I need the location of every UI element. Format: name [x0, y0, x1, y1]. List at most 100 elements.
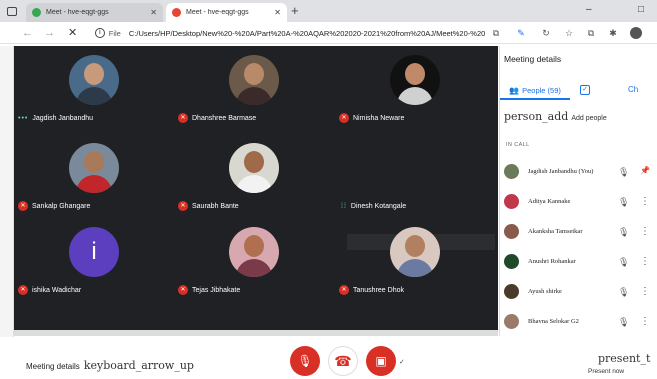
mic-off-icon: 🎙: [618, 197, 630, 207]
tab-people[interactable]: 👥 People (59): [500, 82, 570, 100]
list-item[interactable]: Akanksha Tamsetkar 🎙 ⋮: [500, 218, 657, 248]
more-options-icon[interactable]: ⋮: [640, 196, 650, 208]
person-name: Jagdish Janbandhu (You): [528, 168, 594, 175]
address-bar: ← → ✕ i File C:/Users/HP/Desktop/New%20-…: [0, 22, 657, 44]
hang-up-button[interactable]: ☎: [328, 346, 358, 376]
mic-off-icon: 🎙: [618, 317, 630, 327]
present-now-label[interactable]: Present now: [588, 368, 624, 375]
minimize-button[interactable]: –: [586, 4, 592, 15]
participant-tile[interactable]: ••• Jagdish Janbandhu: [14, 50, 174, 130]
forward-button[interactable]: →: [44, 26, 55, 40]
scheme-label: File: [108, 28, 121, 38]
mic-toggle-button[interactable]: 🎙: [290, 346, 320, 376]
participant-tile[interactable]: ✕ Nimisha Neware: [335, 50, 495, 130]
avatar: [504, 164, 519, 179]
panel-title: Meeting details: [504, 54, 562, 64]
people-icon: 👥: [509, 85, 520, 95]
avatar: [390, 227, 440, 277]
participant-tile[interactable]: ✕ Dhanshree Barmase: [174, 50, 334, 130]
participant-tile[interactable]: ✕ Sankalp Ghangare: [14, 138, 174, 218]
collections-icon[interactable]: ⧉: [585, 27, 597, 39]
person-name: Aditya Kannake: [528, 198, 571, 205]
url-field[interactable]: i File C:/Users/HP/Desktop/New%20-%20A/P…: [95, 25, 485, 41]
tab-chat[interactable]: Ch: [628, 85, 638, 94]
mic-off-icon: ✕: [178, 113, 188, 123]
meet-favicon-icon: [172, 8, 181, 17]
mic-off-icon: ✕: [18, 285, 28, 295]
mic-off-icon: 🎙: [618, 287, 630, 297]
profile-avatar[interactable]: [630, 27, 642, 39]
participant-tile[interactable]: ✕ Tejas Jibhakate: [174, 222, 334, 302]
list-item[interactable]: Jagdish Janbandhu (You) 🎙 📌: [500, 158, 657, 188]
participant-grid: ••• Jagdish Janbandhu ✕ Dhanshree Barmas…: [14, 46, 498, 336]
tab-title: Meet - hve-eqgt-ggs: [186, 9, 249, 16]
info-icon[interactable]: i: [95, 28, 105, 38]
keyboard-arrow-up-icon: keyboard_arrow_up: [83, 359, 194, 372]
list-item[interactable]: Bhavna Selokar G2 🎙 ⋮: [500, 308, 657, 338]
tab-strip: Meet - hve-eqgt-ggs ✕ Meet - hve-eqgt-gg…: [0, 0, 657, 22]
window-menu-icon[interactable]: [7, 7, 17, 16]
tab-people-label: People (59): [522, 85, 561, 95]
avatar: [504, 284, 519, 299]
speaking-indicator-icon: ⁞⁞: [341, 202, 347, 210]
camera-toggle-button[interactable]: ▣: [366, 346, 396, 376]
avatar: [229, 227, 279, 277]
stop-button[interactable]: ✕: [68, 26, 77, 40]
meeting-details-label: Meeting details: [26, 362, 80, 371]
participant-name: Saurabh Bante: [192, 202, 239, 210]
in-call-header: IN CALL: [506, 142, 530, 148]
more-options-icon[interactable]: ⋮: [640, 316, 650, 328]
pen-icon[interactable]: ✎: [515, 27, 527, 39]
list-item[interactable]: Anushri Rohankar 🎙 ⋮: [500, 248, 657, 278]
more-options-icon[interactable]: ⋮: [640, 226, 650, 238]
maximize-button[interactable]: □: [638, 4, 644, 15]
list-item[interactable]: Ayush shirke 🎙 ⋮: [500, 278, 657, 308]
participant-tile[interactable]: ⁞⁞ Dinesh Kotangale: [335, 138, 495, 218]
person-add-icon: person_add: [504, 110, 569, 123]
browser-tab-1[interactable]: Meet - hve-eqgt-ggs ✕: [26, 3, 163, 22]
filmstrip-edge: [14, 330, 498, 336]
more-options-icon[interactable]: ⋮: [640, 286, 650, 298]
list-item[interactable]: Aditya Kannake 🎙 ⋮: [500, 188, 657, 218]
new-tab-button[interactable]: +: [291, 4, 299, 18]
camera-off-icon: ▣: [375, 354, 387, 368]
meet-favicon-icon: [32, 8, 41, 17]
avatar: [229, 143, 279, 193]
meeting-details-button[interactable]: Meeting details keyboard_arrow_up: [26, 359, 194, 372]
meet-window: Meet - hve-eqgt-ggs ✕ Meet - hve-eqgt-gg…: [0, 0, 657, 379]
participant-tile[interactable]: i ✕ ishika Wadichar: [14, 222, 174, 302]
pin-icon[interactable]: 📌: [640, 166, 650, 175]
url-text: C:/Users/HP/Desktop/New%20-%20A/Part%20A…: [128, 28, 485, 38]
mic-off-icon: 🎙: [618, 167, 630, 177]
participant-tile[interactable]: ✕ Tanushree Dhok: [335, 222, 495, 302]
extensions-icon[interactable]: ✱: [607, 27, 619, 39]
close-tab-icon[interactable]: ✕: [274, 8, 281, 17]
favorites-icon[interactable]: ☆: [563, 27, 575, 39]
avatar: [69, 143, 119, 193]
participant-name: Jagdish Janbandhu: [32, 114, 94, 122]
more-options-icon[interactable]: ⋮: [640, 256, 650, 268]
person-name: Bhavna Selokar G2: [528, 318, 579, 325]
read-aloud-icon[interactable]: ⧉: [490, 27, 502, 39]
person-name: Ayush shirke: [528, 288, 562, 295]
participant-name: Dinesh Kotangale: [350, 202, 407, 210]
add-people-button[interactable]: person_add Add people: [504, 110, 607, 123]
avatar: [69, 55, 119, 105]
check-icon: ✓: [399, 359, 405, 366]
mic-off-icon: ✕: [178, 285, 188, 295]
participant-name: Nimisha Neware: [353, 114, 405, 122]
mic-off-icon: ✕: [178, 201, 188, 211]
refresh-icon[interactable]: ↻: [540, 27, 552, 39]
person-name: Anushri Rohankar: [528, 258, 576, 265]
participant-tile[interactable]: ✕ Saurabh Bante: [174, 138, 334, 218]
speaking-indicator-icon: •••: [18, 114, 29, 122]
mic-off-icon: ✕: [18, 201, 28, 211]
browser-tab-2[interactable]: Meet - hve-eqgt-ggs ✕: [166, 3, 287, 22]
present-icon[interactable]: present_t: [598, 352, 650, 365]
close-tab-icon[interactable]: ✕: [150, 8, 157, 17]
avatar: [229, 55, 279, 105]
checklist-icon[interactable]: ✓: [580, 85, 590, 95]
back-button[interactable]: ←: [22, 26, 33, 40]
meeting-details-panel: Meeting details 👥 People (59) ✓ Ch perso…: [499, 46, 657, 336]
person-name: Akanksha Tamsetkar: [528, 228, 583, 235]
